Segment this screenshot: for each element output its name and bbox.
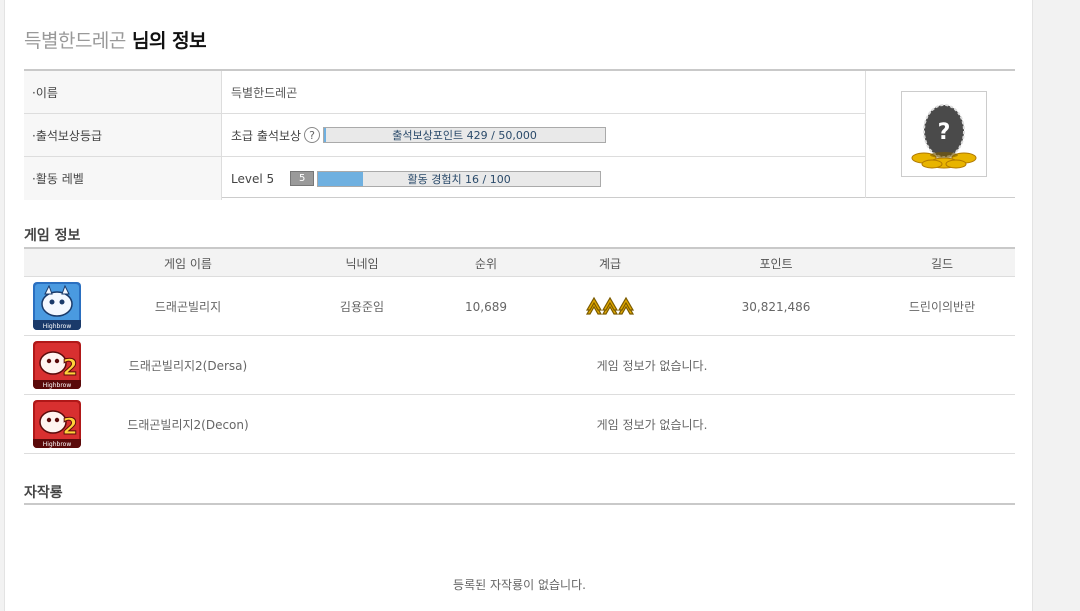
name-value: 득별한드레곤	[231, 85, 298, 100]
game-name: 드래곤빌리지2(Dersa)	[128, 359, 248, 373]
fan-dragon-section-title: 자작룡	[24, 485, 63, 501]
activity-value: Level 5 5 활동 경험치 16 / 100	[223, 157, 865, 200]
col-grade: 계급	[598, 256, 622, 271]
svg-text:2: 2	[62, 356, 77, 381]
activity-label: ·활동 레벨	[24, 157, 222, 200]
dragon-village-icon: Highbrow	[33, 282, 81, 330]
activity-progress-bar: 활동 경험치 16 / 100	[317, 170, 602, 187]
game-name: 드래곤빌리지	[154, 300, 222, 314]
game-empty-message: 게임 정보가 없습니다.	[596, 359, 708, 373]
game-section-title: 게임 정보	[24, 228, 81, 244]
attendance-progress-text: 출석보상포인트 429 / 50,000	[392, 129, 537, 142]
table-row[interactable]: Highbrow 드래곤빌리지 김용준임 10,689 30,821,486 드…	[24, 277, 1015, 336]
table-row[interactable]: 2 Highbrow 드래곤빌리지2(Dersa) 게임 정보가 없습니다.	[24, 336, 1015, 395]
game-points: 30,821,486	[741, 299, 811, 314]
fan-dragon-divider	[24, 503, 1015, 505]
attendance-progress-bar: 출석보상포인트 429 / 50,000	[323, 127, 607, 143]
right-margin	[1034, 0, 1080, 611]
svg-text:Highbrow: Highbrow	[43, 382, 72, 389]
info-row-name: ·이름 득별한드레곤	[24, 71, 865, 114]
svg-text:?: ?	[938, 120, 951, 145]
col-game-name: 게임 이름	[164, 256, 212, 271]
title-suffix: 님의 정보	[132, 30, 207, 52]
question-egg-icon: ?	[911, 104, 977, 169]
game-table: 게임 이름 닉네임 순위 계급 포인트 길드 Highbrow 드래곤빌리지 김…	[24, 247, 1015, 454]
dragon-village-2-icon: 2 Highbrow	[33, 400, 81, 448]
name-label: ·이름	[24, 71, 222, 113]
info-row-activity: ·활동 레벨 Level 5 5 활동 경험치 16 / 100	[24, 157, 865, 200]
game-empty-message: 게임 정보가 없습니다.	[596, 418, 708, 432]
col-points: 포인트	[759, 256, 793, 271]
attendance-value: 초급 출석보상 ? 출석보상포인트 429 / 50,000	[223, 114, 865, 156]
game-guild: 드린이의반란	[908, 300, 976, 314]
activity-level: Level 5	[231, 171, 275, 186]
game-nickname: 김용준임	[339, 300, 385, 314]
col-rank: 순위	[474, 256, 498, 271]
game-table-header: 게임 이름 닉네임 순위 계급 포인트 길드	[24, 249, 1015, 277]
col-guild: 길드	[930, 256, 954, 271]
col-nickname: 닉네임	[345, 256, 379, 271]
username-title: 득별한드레곤	[24, 30, 126, 52]
info-row-attendance: ·출석보상등급 초급 출석보상 ? 출석보상포인트 429 / 50,000	[24, 114, 865, 157]
game-rank: 10,689	[465, 299, 507, 314]
avatar[interactable]: ?	[901, 91, 987, 177]
avatar-cell: ?	[865, 71, 1015, 198]
info-table: ·이름 득별한드레곤 ·출석보상등급 초급 출석보상 ? 출석보상포인트 429…	[24, 69, 1015, 200]
svg-text:2: 2	[62, 415, 77, 440]
attendance-grade: 초급 출석보상	[231, 128, 302, 143]
rank-chevrons-icon	[536, 277, 684, 336]
profile-panel: 득별한드레곤 님의 정보 ·이름 득별한드레곤 ·출석보상등급 초급 출석보상 …	[4, 0, 1033, 611]
svg-text:Highbrow: Highbrow	[43, 441, 72, 448]
dragon-village-2-icon: 2 Highbrow	[33, 341, 81, 389]
attendance-label: ·출석보상등급	[24, 114, 222, 156]
svg-text:Highbrow: Highbrow	[43, 323, 72, 330]
game-name: 드래곤빌리지2(Decon)	[127, 418, 249, 432]
activity-progress-text: 활동 경험치 16 / 100	[407, 172, 511, 186]
table-row[interactable]: 2 Highbrow 드래곤빌리지2(Decon) 게임 정보가 없습니다.	[24, 395, 1015, 454]
help-icon[interactable]: ?	[304, 127, 321, 143]
level-badge: 5	[290, 171, 315, 186]
fan-dragon-empty-message: 등록된 자작룡이 없습니다.	[453, 578, 586, 592]
page-title: 득별한드레곤 님의 정보	[24, 26, 207, 53]
